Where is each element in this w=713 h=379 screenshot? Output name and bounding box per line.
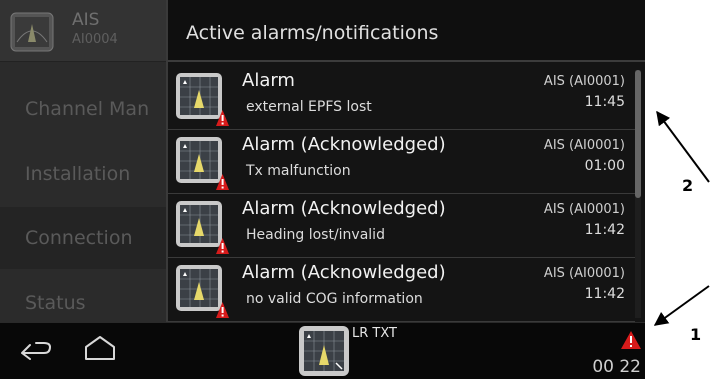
notification-title: Alarm (Acknowledged) (242, 198, 446, 219)
sidebar-app-title: AIS (72, 10, 100, 30)
ais-app-icon (10, 12, 54, 52)
back-arrow-icon[interactable] (18, 337, 54, 365)
ais-alarm-icon (176, 73, 229, 126)
callout-arrows (653, 110, 710, 326)
notification-source: AIS (AI0001) (543, 138, 625, 153)
sidebar-app-subtitle: AI0004 (72, 32, 118, 47)
bottom-navigation-bar: LR TXT 00 22 (0, 322, 645, 379)
notification-item[interactable]: Alarm (Acknowledged) no valid COG inform… (168, 258, 635, 322)
notification-source: AIS (AI0001) (543, 202, 625, 217)
notification-item[interactable]: Alarm (Acknowledged) Tx malfunction AIS … (168, 130, 635, 194)
ais-alarm-icon (176, 265, 229, 318)
notification-source: AIS (AI0001) (543, 266, 625, 281)
device-screen: AIS AI0004 Channel Man Installation Conn… (0, 0, 645, 379)
notification-title: Alarm (242, 70, 295, 91)
home-icon[interactable] (80, 333, 120, 365)
notification-time: 11:42 (584, 286, 625, 302)
notification-list: Alarm external EPFS lost AIS (AI0001) 11… (168, 66, 635, 322)
sidebar-item-connection[interactable]: Connection (0, 207, 166, 269)
warning-triangle-icon[interactable] (620, 330, 642, 350)
ais-alarm-icon (176, 201, 229, 254)
notification-item[interactable]: Alarm (Acknowledged) Heading lost/invali… (168, 194, 635, 258)
callout-number-1: 1 (690, 325, 702, 344)
notification-message: no valid COG information (246, 291, 423, 307)
sidebar-item-installation[interactable]: Installation (0, 143, 166, 205)
notification-time: 01:00 (584, 158, 625, 174)
notification-message: Heading lost/invalid (246, 227, 385, 243)
ais-alarm-icon (176, 137, 229, 190)
ais-app-icon[interactable] (298, 325, 350, 377)
sidebar: AIS AI0004 Channel Man Installation Conn… (0, 0, 166, 322)
sidebar-header[interactable]: AIS AI0004 (0, 0, 166, 62)
callout-number-2: 2 (682, 176, 694, 195)
notification-panel-header: Active alarms/notifications (168, 0, 645, 62)
notification-title: Alarm (Acknowledged) (242, 262, 446, 283)
notification-panel-title: Active alarms/notifications (186, 22, 439, 44)
status-app-label: LR TXT (352, 326, 397, 341)
sidebar-item-channel-management[interactable]: Channel Man (0, 78, 166, 140)
notification-time: 11:42 (584, 222, 625, 238)
notification-item[interactable]: Alarm external EPFS lost AIS (AI0001) 11… (168, 66, 635, 130)
status-clock: 00 22 (592, 357, 641, 377)
notification-time: 11:45 (584, 94, 625, 110)
notification-panel: Active alarms/notifications Alarm extern… (166, 0, 645, 322)
callout-annotations: 2 1 (645, 0, 713, 379)
notification-source: AIS (AI0001) (543, 74, 625, 89)
notification-message: Tx malfunction (246, 163, 351, 179)
notification-title: Alarm (Acknowledged) (242, 134, 446, 155)
notification-message: external EPFS lost (246, 99, 372, 115)
scrollbar-thumb[interactable] (635, 70, 641, 198)
